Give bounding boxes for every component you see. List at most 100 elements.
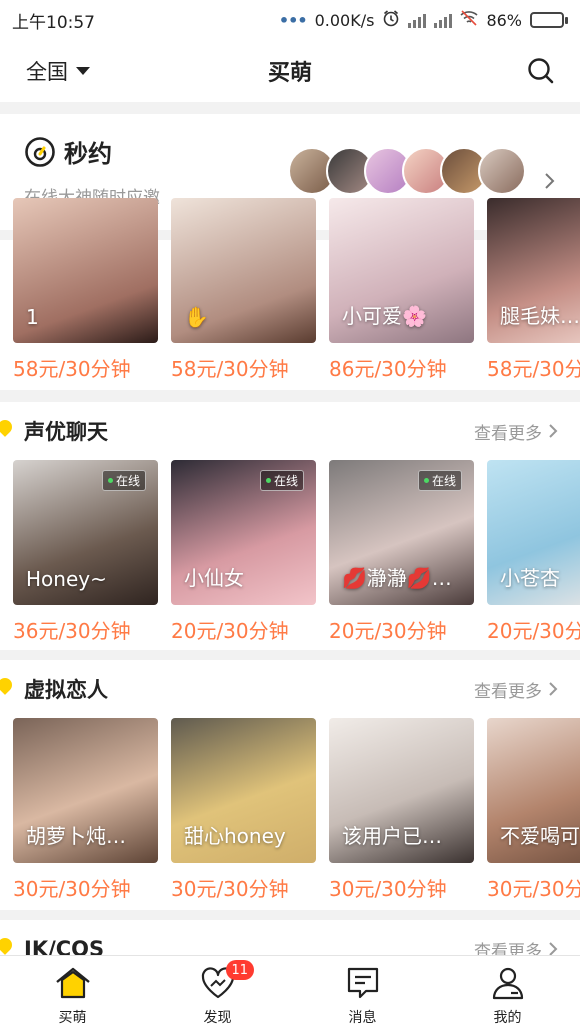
see-more-label: 查看更多 — [474, 423, 542, 444]
profile-name: 该用户已… — [342, 824, 442, 848]
bottom-tab-bar: 买萌 11 发现 消息 我的 — [0, 955, 580, 1031]
profile-row: 胡萝卜炖… 30元/30分钟 甜心honey 30元/30分钟 该用户已… 30… — [0, 718, 580, 902]
profile-price: 30元/30分钟 — [13, 877, 131, 901]
profile-card[interactable]: 小可爱🌸 86元/30分钟 — [329, 198, 474, 382]
online-badge: 在线 — [259, 470, 304, 491]
profile-price: 86元/30分钟 — [329, 357, 447, 381]
miaoyue-title: 秒约 — [64, 140, 112, 168]
tab-label: 买萌 — [58, 1010, 87, 1026]
section-title: 声优聊天 — [24, 420, 108, 444]
profile-name: ✋ — [184, 305, 209, 329]
avatar — [478, 147, 526, 195]
top-nav: 全国 买萌 — [0, 40, 580, 102]
heart-badge-icon — [0, 417, 15, 437]
region-label: 全国 — [26, 60, 68, 84]
profile-card[interactable]: 在线 小仙女 20元/30分钟 — [171, 460, 316, 644]
tab-home[interactable]: 买萌 — [0, 956, 145, 1031]
profile-price: 20元/30分钟 — [171, 619, 289, 643]
section-virtual-lover: 虚拟恋人 查看更多 胡萝卜炖… 30元/30分钟 甜心honey 30元/30分… — [0, 660, 580, 910]
online-dot-icon — [265, 478, 271, 483]
home-icon — [55, 967, 90, 999]
user-icon — [492, 967, 523, 1000]
avatar-stack — [288, 147, 526, 195]
tab-label: 消息 — [348, 1010, 377, 1026]
profile-card[interactable]: 甜心honey 30元/30分钟 — [171, 718, 316, 902]
profile-photo: 该用户已… — [329, 718, 474, 863]
see-more-link[interactable]: 查看更多 — [474, 937, 558, 955]
profile-card[interactable]: 在线 Honey~ 36元/30分钟 — [13, 460, 158, 644]
profile-card[interactable]: 1 58元/30分钟 — [13, 198, 158, 382]
heart-badge-icon — [0, 935, 15, 955]
notification-badge: 11 — [225, 960, 255, 980]
section-title: JK/COS — [24, 937, 105, 955]
chevron-right-icon — [545, 173, 555, 189]
profile-name: 胡萝卜炖… — [26, 824, 126, 848]
tab-label: 发现 — [203, 1010, 232, 1026]
chevron-right-icon — [549, 424, 558, 438]
profile-price: 20元/30分钟 — [329, 619, 447, 643]
profile-photo: ✋ — [171, 198, 316, 343]
profile-price: 58元/30分钟 — [487, 357, 580, 381]
section-header: 声优聊天 查看更多 — [0, 402, 580, 460]
profile-photo: 腿毛妹… — [487, 198, 580, 343]
profile-name: 💋瀞瀞💋… — [342, 566, 452, 590]
profile-row: 1 58元/30分钟 ✋ 58元/30分钟 小可爱🌸 86元/30分钟 腿毛妹…… — [0, 198, 580, 382]
message-icon — [347, 967, 378, 999]
see-more-link[interactable]: 查看更多 — [474, 419, 558, 444]
profile-name: Honey~ — [26, 567, 107, 591]
profile-name: 小可爱🌸 — [342, 304, 427, 328]
profile-card[interactable]: 胡萝卜炖… 30元/30分钟 — [13, 718, 158, 902]
caret-down-icon — [76, 67, 90, 75]
chevron-right-icon — [549, 942, 558, 955]
status-indicators: ••• 0.00K/s 86% — [279, 9, 568, 31]
profile-name: 甜心honey — [184, 824, 286, 848]
tab-messages[interactable]: 消息 — [290, 956, 435, 1031]
search-icon — [528, 58, 554, 84]
see-more-link[interactable]: 查看更多 — [474, 677, 558, 702]
wifi-off-icon — [460, 10, 478, 30]
tab-discover[interactable]: 11 发现 — [145, 956, 290, 1031]
profile-price: 36元/30分钟 — [13, 619, 131, 643]
online-badge: 在线 — [101, 470, 146, 491]
profile-price: 30元/30分钟 — [487, 877, 580, 901]
battery-percent: 86% — [486, 10, 522, 30]
search-button[interactable] — [524, 54, 558, 88]
section-top: 1 58元/30分钟 ✋ 58元/30分钟 小可爱🌸 86元/30分钟 腿毛妹…… — [0, 198, 580, 390]
section-jk-cos: JK/COS 查看更多 — [0, 920, 580, 955]
profile-card[interactable]: 腿毛妹… 58元/30分钟 — [487, 198, 580, 382]
profile-photo: 1 — [13, 198, 158, 343]
profile-name: 不爱喝可 — [500, 824, 580, 848]
profile-price: 20元/30分钟 — [487, 619, 580, 643]
profile-photo: 在线 小仙女 — [171, 460, 316, 605]
profile-photo: 在线 Honey~ — [13, 460, 158, 605]
signal-hd-icon — [408, 12, 427, 28]
region-selector[interactable]: 全国 — [26, 56, 90, 86]
profile-card[interactable]: 小苍杏 20元/30分钟 — [487, 460, 580, 644]
profile-photo: 小可爱🌸 — [329, 198, 474, 343]
stopwatch-icon — [25, 136, 55, 167]
tab-label: 我的 — [493, 1010, 522, 1026]
profile-card[interactable]: 不爱喝可 30元/30分钟 — [487, 718, 580, 902]
profile-name: 小苍杏 — [500, 566, 560, 590]
online-dot-icon — [107, 478, 113, 483]
profile-card[interactable]: 在线 💋瀞瀞💋… 20元/30分钟 — [329, 460, 474, 644]
profile-card[interactable]: ✋ 58元/30分钟 — [171, 198, 316, 382]
profile-name: 腿毛妹… — [500, 304, 580, 328]
status-bar: 上午10:57 ••• 0.00K/s 86% — [0, 0, 580, 40]
profile-card[interactable]: 该用户已… 30元/30分钟 — [329, 718, 474, 902]
profile-photo: 小苍杏 — [487, 460, 580, 605]
profile-photo: 胡萝卜炖… — [13, 718, 158, 863]
network-speed: 0.00K/s — [314, 10, 375, 30]
section-voice-chat: 声优聊天 查看更多 在线 Honey~ 36元/30分钟 在线 小仙女 20元/… — [0, 402, 580, 650]
tab-profile[interactable]: 我的 — [435, 956, 580, 1031]
section-header: 虚拟恋人 查看更多 — [0, 660, 580, 718]
online-label: 在线 — [115, 474, 140, 488]
chevron-right-icon — [549, 682, 558, 696]
battery-icon — [530, 12, 568, 28]
online-label: 在线 — [273, 474, 298, 488]
profile-price: 30元/30分钟 — [171, 877, 289, 901]
profile-price: 58元/30分钟 — [171, 357, 289, 381]
signal-icon — [434, 12, 453, 28]
profile-row: 在线 Honey~ 36元/30分钟 在线 小仙女 20元/30分钟 在线 💋瀞… — [0, 460, 580, 644]
profile-photo: 甜心honey — [171, 718, 316, 863]
